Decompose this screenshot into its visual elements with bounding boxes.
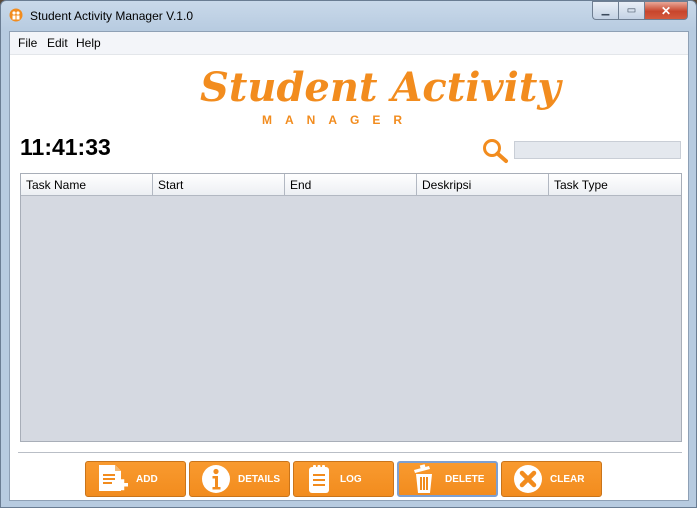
log-label: LOG (340, 473, 362, 485)
maximize-button[interactable]: ▭ (618, 1, 644, 20)
window-title: Student Activity Manager V.1.0 (30, 9, 193, 23)
app-icon (9, 8, 23, 22)
column-task-name[interactable]: Task Name (21, 174, 153, 195)
menu-bar: File Edit Help (10, 32, 688, 55)
details-label: DETAILS (238, 473, 281, 485)
details-button[interactable]: DETAILS (189, 461, 290, 497)
minimize-button[interactable]: ▁ (592, 1, 618, 20)
add-button[interactable]: ADD (85, 461, 186, 497)
app-logo: Student Activity (200, 64, 561, 111)
column-deskripsi[interactable]: Deskripsi (417, 174, 549, 195)
task-table[interactable]: Task Name Start End Deskripsi Task Type (20, 173, 682, 442)
clear-x-icon (514, 465, 542, 493)
clock-display: 11:41:33 (20, 134, 111, 160)
menu-edit[interactable]: Edit (47, 36, 68, 50)
clipboard-icon (309, 465, 329, 493)
menu-help[interactable]: Help (76, 36, 101, 50)
menu-file[interactable]: File (18, 36, 37, 50)
maximize-icon: ▭ (626, 5, 637, 16)
clear-button[interactable]: CLEAR (501, 461, 602, 497)
column-end[interactable]: End (285, 174, 417, 195)
app-window: Student Activity Manager V.1.0 ▁ ▭ ✕ Fil… (0, 0, 697, 508)
info-icon (202, 465, 230, 493)
search-input[interactable] (514, 141, 681, 159)
title-bar[interactable]: Student Activity Manager V.1.0 ▁ ▭ ✕ (1, 1, 696, 31)
add-label: ADD (136, 473, 158, 485)
delete-button[interactable]: DELETE (397, 461, 498, 497)
log-button[interactable]: LOG (293, 461, 394, 497)
delete-label: DELETE (445, 473, 485, 485)
divider (18, 452, 682, 453)
add-document-icon (99, 465, 128, 491)
clear-label: CLEAR (550, 473, 585, 485)
app-logo-subtitle: MANAGER (262, 113, 415, 127)
column-task-type[interactable]: Task Type (549, 174, 681, 195)
trash-icon (414, 464, 432, 493)
close-button[interactable]: ✕ (644, 1, 688, 20)
client-area: File Edit Help Student Activity MANAGER … (9, 31, 689, 501)
table-header: Task Name Start End Deskripsi Task Type (21, 174, 681, 196)
close-icon: ✕ (660, 3, 672, 18)
column-start[interactable]: Start (153, 174, 285, 195)
minimize-icon: ▁ (601, 5, 610, 16)
search-icon[interactable] (482, 138, 510, 164)
